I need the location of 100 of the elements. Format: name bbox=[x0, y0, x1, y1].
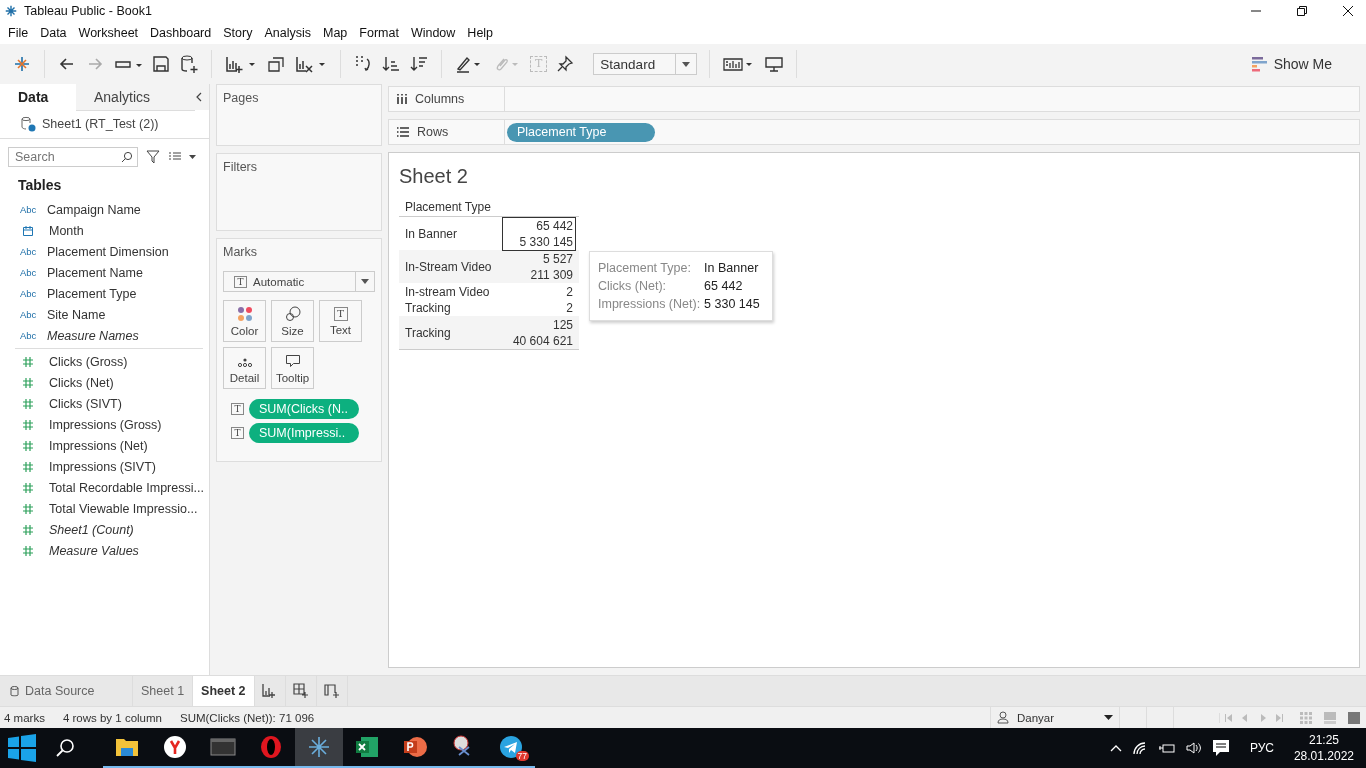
field-item[interactable]: Placement Type bbox=[47, 286, 137, 301]
hash-icon bbox=[22, 502, 34, 515]
battery-icon[interactable] bbox=[1157, 742, 1176, 754]
clock-date[interactable]: 28.01.2022 bbox=[1293, 748, 1354, 764]
cell-value: 2 bbox=[566, 299, 573, 316]
field-item[interactable]: Campaign Name bbox=[47, 202, 141, 217]
show-me-button[interactable]: Show Me bbox=[1245, 55, 1338, 73]
fit-dropdown[interactable]: Standard bbox=[593, 53, 698, 75]
mark-property-button[interactable]: Detail bbox=[223, 347, 266, 389]
table-cell[interactable]: 125 40 604 621 bbox=[502, 315, 576, 350]
duplicate-icon[interactable] bbox=[266, 54, 286, 74]
restore-icon[interactable] bbox=[1296, 5, 1308, 17]
user-icon bbox=[997, 711, 1009, 724]
presentation-app-icon bbox=[403, 735, 427, 759]
taskbar-app[interactable]: 77 bbox=[487, 728, 535, 768]
field-item[interactable]: Impressions (Net) bbox=[49, 438, 148, 453]
pin-icon[interactable] bbox=[555, 54, 576, 74]
search-icon bbox=[121, 151, 133, 163]
row-header: Tracking bbox=[405, 324, 452, 341]
mark-type-dropdown[interactable]: T Automatic bbox=[223, 271, 375, 292]
speech-bubble-icon bbox=[284, 352, 301, 369]
field-item[interactable]: Sheet1 (Count) bbox=[49, 522, 134, 537]
mark-property-button[interactable]: T Text bbox=[319, 300, 362, 342]
calendar-icon bbox=[22, 224, 34, 237]
row-header: In-Stream Video bbox=[405, 258, 493, 275]
start-icon[interactable] bbox=[7, 733, 37, 763]
hash-icon bbox=[22, 439, 34, 452]
status-text: 4 rows by 1 column bbox=[61, 711, 162, 724]
search-field[interactable]: Search bbox=[8, 147, 138, 167]
collapse-icon[interactable] bbox=[195, 92, 203, 102]
columns-shelf[interactable]: Columns bbox=[388, 86, 1360, 112]
field-item[interactable]: Month bbox=[49, 223, 84, 238]
folder-icon bbox=[115, 736, 139, 758]
chevron-up-icon[interactable] bbox=[1109, 744, 1122, 752]
cell-value: 211 309 bbox=[530, 266, 573, 283]
cell-value: 40 604 621 bbox=[512, 332, 573, 349]
new-data-source-icon[interactable] bbox=[179, 54, 199, 74]
app-logo-icon bbox=[4, 4, 18, 18]
field-item[interactable]: Clicks (Net) bbox=[49, 375, 114, 390]
field-item[interactable]: Impressions (Gross) bbox=[49, 417, 162, 432]
terminal-icon bbox=[210, 737, 236, 757]
spreadsheet-icon bbox=[355, 735, 379, 759]
menu-item[interactable]: Help bbox=[461, 26, 500, 40]
search-icon[interactable] bbox=[55, 738, 75, 758]
field-item[interactable]: Impressions (SIVT) bbox=[49, 459, 156, 474]
menu-item[interactable]: Dashboard bbox=[144, 26, 218, 40]
list-view-icon[interactable] bbox=[168, 152, 198, 162]
menu-item[interactable]: Story bbox=[217, 26, 259, 40]
card-title: Marks bbox=[223, 245, 259, 259]
pane-tab[interactable]: Analytics bbox=[76, 83, 195, 111]
mark-property-button[interactable]: Tooltip bbox=[271, 347, 314, 389]
presentation-icon[interactable] bbox=[764, 54, 785, 74]
rows-shelf[interactable]: Rows Placement Type bbox=[388, 119, 1360, 145]
table-cell[interactable]: 65 442 5 330 145 bbox=[502, 216, 576, 251]
save-icon[interactable] bbox=[151, 54, 171, 74]
filter-icon[interactable] bbox=[146, 150, 160, 164]
data-source-name[interactable]: Sheet1 (RT_Test (2)) bbox=[42, 117, 159, 131]
sheet-tab[interactable]: Sheet 2 bbox=[193, 676, 255, 706]
field-item[interactable]: Measure Names bbox=[47, 328, 139, 343]
menu-item[interactable]: Analysis bbox=[258, 26, 317, 40]
single-view-icon[interactable] bbox=[1348, 711, 1360, 724]
size-circles-icon bbox=[284, 305, 301, 322]
snowflake-icon[interactable] bbox=[12, 54, 32, 74]
new-worksheet-icon bbox=[261, 683, 278, 699]
field-item[interactable]: Total Viewable Impressio... bbox=[49, 501, 198, 516]
string-type-icon: Abc bbox=[20, 309, 47, 320]
field-item[interactable]: Total Recordable Impressi... bbox=[49, 480, 204, 495]
browser-icon bbox=[163, 735, 187, 759]
swap-icon[interactable] bbox=[353, 54, 373, 74]
string-type-icon: Abc bbox=[20, 204, 47, 215]
volume-icon[interactable] bbox=[1185, 741, 1202, 755]
tooltip-value: 65 442 bbox=[704, 278, 744, 295]
field-item[interactable]: Placement Dimension bbox=[47, 244, 169, 259]
pane-tab[interactable]: Data bbox=[0, 84, 76, 110]
rows-icon bbox=[397, 127, 409, 137]
row-header: In-stream Video Tracking bbox=[405, 283, 491, 316]
field-item[interactable]: Measure Values bbox=[49, 543, 139, 558]
language-indicator[interactable]: РУС bbox=[1249, 741, 1274, 755]
mark-property-button[interactable]: Color bbox=[223, 300, 266, 342]
mark-property-button[interactable]: Size bbox=[271, 300, 314, 342]
notification-icon[interactable] bbox=[1211, 739, 1230, 757]
menu-item[interactable]: Map bbox=[316, 26, 354, 40]
menu-item[interactable]: Format bbox=[353, 26, 405, 40]
close-icon[interactable] bbox=[1342, 5, 1354, 17]
clock-time[interactable]: 21:25 bbox=[1308, 732, 1339, 748]
menu-item[interactable]: File bbox=[2, 26, 35, 40]
menu-item[interactable]: Data bbox=[34, 26, 73, 40]
new-worksheet-icon[interactable] bbox=[224, 54, 258, 74]
field-item[interactable]: Site Name bbox=[47, 307, 106, 322]
wifi-icon[interactable] bbox=[1131, 741, 1148, 755]
field-item[interactable]: Clicks (SIVT) bbox=[49, 396, 122, 411]
cell-value: 125 bbox=[552, 316, 573, 333]
menu-item[interactable]: Worksheet bbox=[72, 26, 145, 40]
menu-item[interactable]: Window bbox=[404, 26, 462, 40]
field-item[interactable]: Placement Name bbox=[47, 265, 143, 280]
field-item[interactable]: Clicks (Gross) bbox=[49, 354, 128, 369]
table-cell[interactable]: 2 2 bbox=[502, 282, 576, 317]
clear-sheet-icon[interactable] bbox=[294, 54, 328, 74]
sort-ascending-icon[interactable] bbox=[381, 54, 401, 74]
table-cell[interactable]: 5 527 211 309 bbox=[502, 249, 576, 284]
